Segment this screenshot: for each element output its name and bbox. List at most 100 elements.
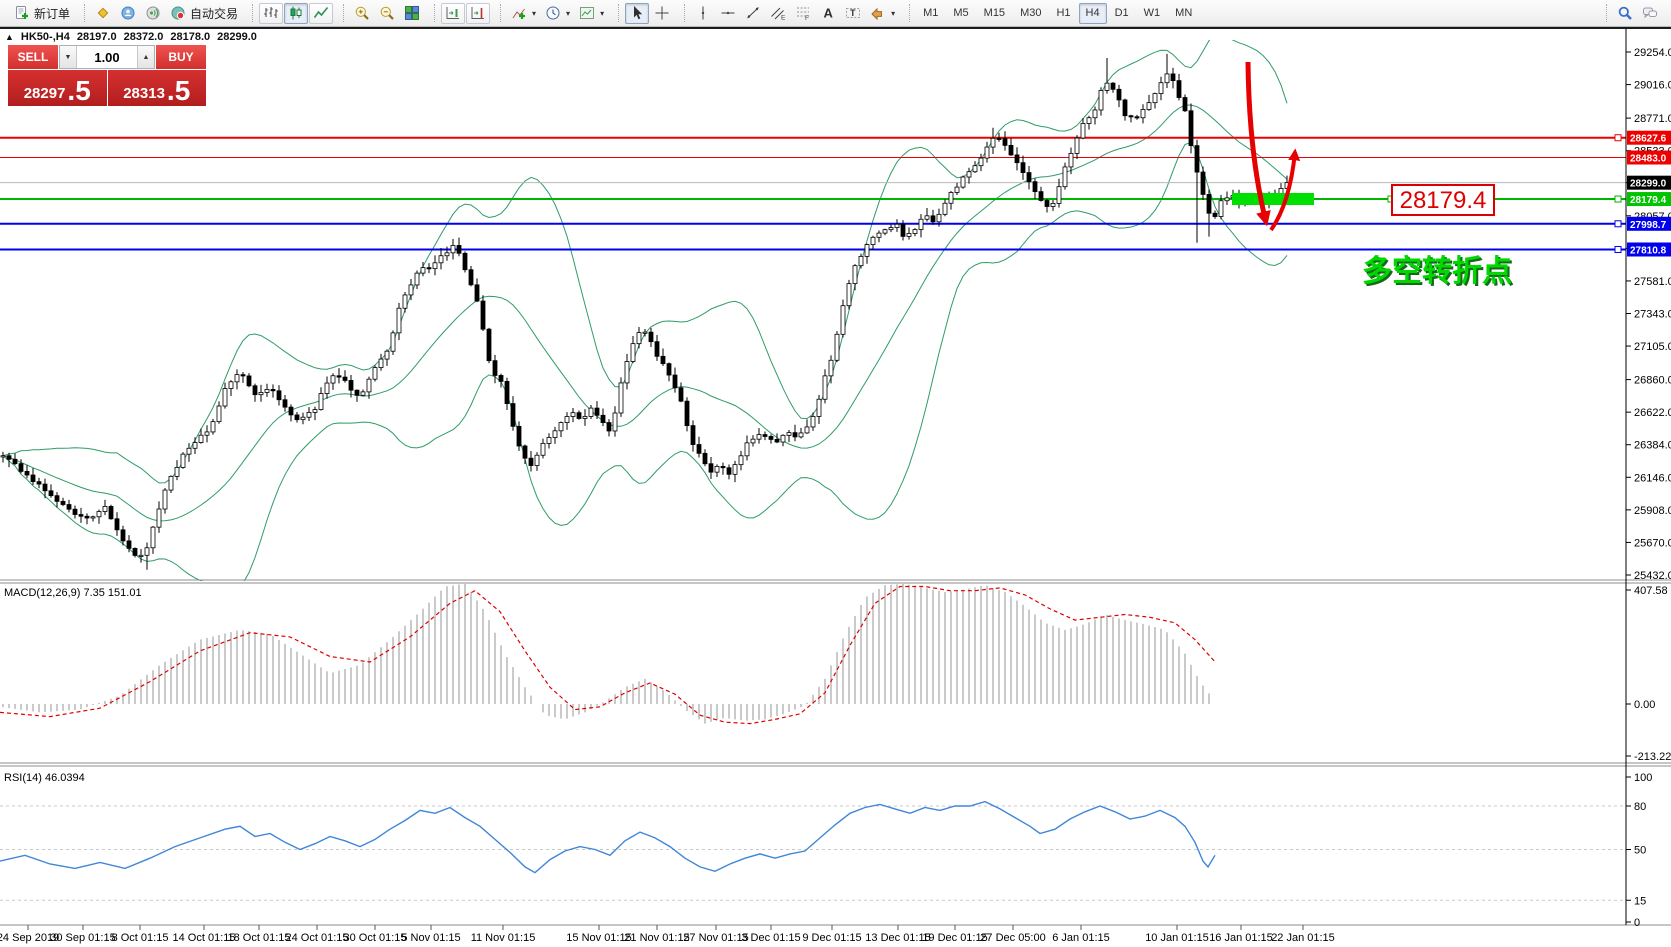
sell-button[interactable]: SELL bbox=[8, 45, 58, 69]
volume-control: ▼ ▲ bbox=[59, 45, 155, 69]
crosshair-button[interactable] bbox=[650, 3, 674, 24]
chart-canvas[interactable]: MACD(12,26,9) 7.35 151.01RSI(14) 46.0394… bbox=[0, 0, 1671, 947]
panel-collapse-arrow[interactable]: ▲ bbox=[5, 32, 14, 42]
timeframe-h4[interactable]: H4 bbox=[1079, 3, 1107, 24]
channel-button[interactable]: E bbox=[766, 3, 790, 24]
svg-text:5 Nov 01:15: 5 Nov 01:15 bbox=[401, 932, 460, 944]
candles-icon bbox=[288, 5, 304, 21]
time-axis[interactable]: 24 Sep 201930 Sep 01:158 Oct 01:1514 Oct… bbox=[0, 925, 1335, 944]
zoom-out-icon bbox=[379, 5, 395, 21]
fibonacci-button[interactable]: F bbox=[791, 3, 815, 24]
svg-text:3 Dec 01:15: 3 Dec 01:15 bbox=[741, 932, 800, 944]
pivot-price-tag-text: 28179.4 bbox=[1400, 187, 1487, 214]
svg-text:19 Dec 01:15: 19 Dec 01:15 bbox=[922, 932, 987, 944]
bar-chart-button[interactable] bbox=[259, 3, 283, 24]
svg-text:26384.0: 26384.0 bbox=[1634, 440, 1671, 452]
svg-text:F: F bbox=[805, 15, 809, 21]
sell-price-frac: .5 bbox=[67, 78, 90, 104]
shapes-button[interactable]: ▾ bbox=[866, 3, 899, 24]
svg-text:407.58: 407.58 bbox=[1634, 585, 1668, 597]
clock-icon bbox=[545, 5, 561, 21]
chat-button[interactable] bbox=[1638, 3, 1662, 24]
vertical-line-button[interactable] bbox=[691, 3, 715, 24]
fibo-icon: F bbox=[795, 5, 811, 21]
sounds-button[interactable] bbox=[141, 3, 165, 24]
svg-text:16 Jan 01:15: 16 Jan 01:15 bbox=[1209, 932, 1273, 944]
price-axis[interactable]: 29254.029016.028771.028533.028299.028057… bbox=[1626, 27, 1671, 929]
timeframe-d1[interactable]: D1 bbox=[1108, 3, 1136, 24]
autoscroll-icon bbox=[445, 5, 461, 21]
svg-text:27 Dec 05:00: 27 Dec 05:00 bbox=[980, 932, 1045, 944]
volume-input[interactable] bbox=[77, 46, 137, 68]
label-button[interactable]: T bbox=[841, 3, 865, 24]
pivot-zone-rectangle[interactable] bbox=[1232, 193, 1314, 205]
zoom-in-button[interactable] bbox=[350, 3, 374, 24]
metaeditor-button[interactable] bbox=[91, 3, 115, 24]
periods-button[interactable]: ▾ bbox=[541, 3, 574, 24]
new-order-button-label: 新订单 bbox=[34, 5, 70, 22]
zoom-out-button[interactable] bbox=[375, 3, 399, 24]
candlestick-button[interactable] bbox=[284, 3, 308, 24]
autotrading-button-label: 自动交易 bbox=[190, 5, 238, 22]
horizontal-line-button[interactable] bbox=[716, 3, 740, 24]
timeframe-group: M1M5M15M30H1H4D1W1MN bbox=[904, 3, 1204, 24]
timeframe-m5[interactable]: M5 bbox=[946, 3, 975, 24]
svg-text:26860.0: 26860.0 bbox=[1634, 375, 1671, 387]
line-chart-button[interactable] bbox=[309, 3, 333, 24]
timeframe-m1[interactable]: M1 bbox=[916, 3, 945, 24]
search-button[interactable] bbox=[1613, 3, 1637, 24]
text-button[interactable]: A bbox=[816, 3, 840, 24]
indicators-button[interactable]: ▾ bbox=[507, 3, 540, 24]
svg-text:28179.4: 28179.4 bbox=[1630, 195, 1667, 206]
toolbar-group bbox=[613, 3, 679, 24]
sell-price-button[interactable]: 28297.5 bbox=[8, 70, 107, 106]
line-chart-icon bbox=[313, 5, 329, 21]
tile-windows-button[interactable] bbox=[400, 3, 424, 24]
svg-text:27810.8: 27810.8 bbox=[1630, 245, 1667, 256]
toolbar-group: ▾ ▾ ▾ bbox=[495, 3, 613, 24]
chevron-down-icon: ▾ bbox=[891, 9, 895, 18]
new-order-icon bbox=[14, 5, 30, 21]
timeframe-m30[interactable]: M30 bbox=[1013, 3, 1048, 24]
ohlc-close: 28299.0 bbox=[217, 31, 257, 43]
timeframe-mn[interactable]: MN bbox=[1168, 3, 1199, 24]
new-order-button[interactable]: 新订单 bbox=[10, 3, 74, 24]
cursor-button[interactable] bbox=[625, 3, 649, 24]
timeframe-w1[interactable]: W1 bbox=[1137, 3, 1168, 24]
vline-icon bbox=[695, 5, 711, 21]
svg-text:27581.0: 27581.0 bbox=[1634, 276, 1671, 288]
publisher-button[interactable] bbox=[116, 3, 140, 24]
cursor-icon bbox=[629, 5, 645, 21]
text-icon: A bbox=[820, 5, 836, 21]
one-click-trading-panel: SELL ▼ ▲ BUY 28297.5 28313.5 bbox=[8, 45, 206, 106]
svg-text:0: 0 bbox=[1634, 917, 1640, 929]
svg-text:A: A bbox=[824, 6, 834, 21]
autotrading-button[interactable]: 自动交易 bbox=[166, 3, 242, 24]
volume-decrease-button[interactable]: ▼ bbox=[60, 46, 77, 68]
zoom-in-icon bbox=[354, 5, 370, 21]
pivot-text[interactable]: 多空转折点 bbox=[1362, 255, 1512, 288]
indicators-icon bbox=[511, 5, 527, 21]
buy-button[interactable]: BUY bbox=[156, 45, 206, 69]
templates-button[interactable]: ▾ bbox=[575, 3, 608, 24]
timeframe-m15[interactable]: M15 bbox=[977, 3, 1012, 24]
toolbar-group bbox=[247, 3, 338, 24]
buy-price-button[interactable]: 28313.5 bbox=[108, 70, 207, 106]
channel-icon: E bbox=[770, 5, 786, 21]
horizontal-levels[interactable] bbox=[0, 135, 1626, 253]
buy-price-frac: .5 bbox=[167, 78, 190, 104]
svg-text:30 Oct 01:15: 30 Oct 01:15 bbox=[344, 932, 407, 944]
svg-text:28299.0: 28299.0 bbox=[1630, 179, 1667, 190]
trendline-button[interactable] bbox=[741, 3, 765, 24]
chart-shift-button[interactable] bbox=[466, 3, 490, 24]
ohlc-high: 28372.0 bbox=[124, 31, 164, 43]
volume-increase-button[interactable]: ▲ bbox=[137, 46, 154, 68]
timeframe-h1[interactable]: H1 bbox=[1049, 3, 1077, 24]
chevron-down-icon: ▾ bbox=[566, 9, 570, 18]
auto-scroll-button[interactable] bbox=[441, 3, 465, 24]
candlestick-series bbox=[1, 54, 1289, 570]
svg-text:50: 50 bbox=[1634, 845, 1646, 857]
editor-icon bbox=[95, 5, 111, 21]
svg-text:29254.0: 29254.0 bbox=[1634, 47, 1671, 59]
hline-icon bbox=[720, 5, 736, 21]
